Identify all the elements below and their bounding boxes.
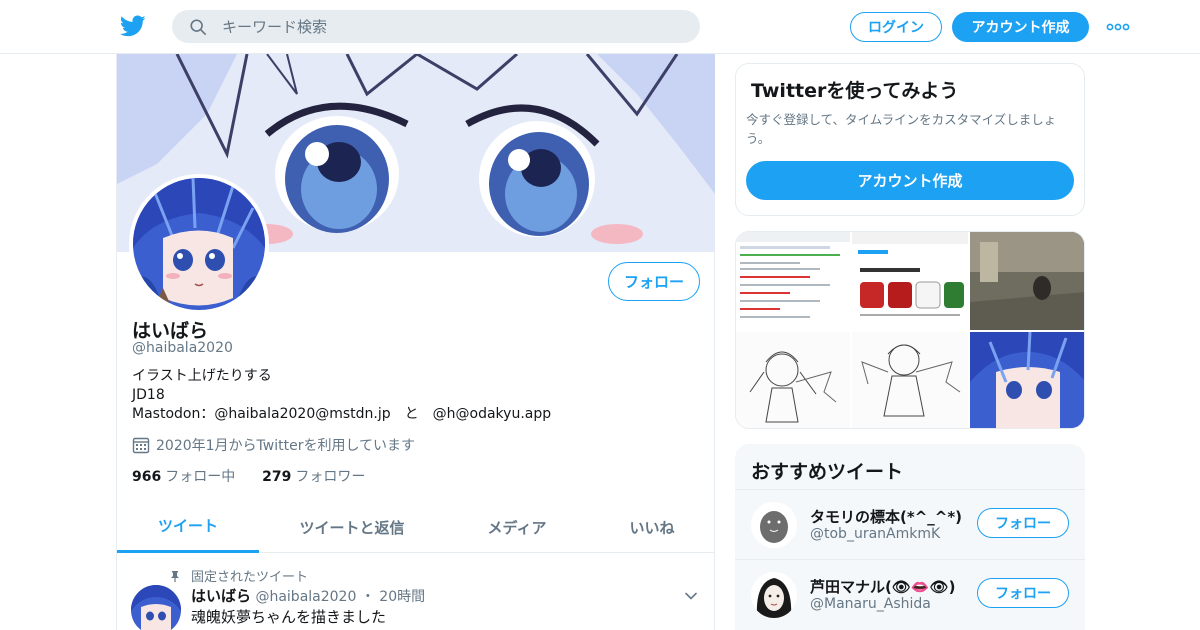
join-date: 2020年1月からTwitterを利用しています (132, 435, 415, 455)
search-input[interactable] (222, 10, 682, 43)
profile-stats: 966 フォロー中 279 フォロワー (132, 466, 365, 486)
following-count: 966 (132, 469, 162, 485)
media-thumbnail[interactable] (970, 332, 1084, 428)
tweet-avatar[interactable] (131, 585, 181, 630)
media-image (852, 232, 968, 316)
recommended-avatar[interactable] (751, 502, 797, 548)
pinned-label: 固定されたツイート (191, 570, 309, 585)
media-thumbnail[interactable] (852, 332, 968, 428)
tweet-avatar-illustration (131, 585, 181, 630)
search-icon (190, 19, 207, 36)
tab-tweets[interactable]: ツイート (117, 501, 259, 553)
avatar-illustration (133, 178, 265, 310)
media-image (861, 344, 961, 417)
signup-prompt-text: 今すぐ登録して、タイムラインをカスタマイズしましょう。 (746, 112, 1057, 146)
recommended-name[interactable]: 芦田マナル(👁👄👁) (810, 576, 955, 597)
signup-prompt-title: Twitterを使ってみよう (751, 80, 959, 102)
tweet-text: 魂魄妖夢ちゃんを描きました (191, 608, 387, 626)
recommended-account[interactable]: タモリの標本(*^_^*) @tob_uranAmkmK フォロー (735, 489, 1085, 558)
profile-name: はいばら (132, 320, 209, 342)
recommended-account[interactable]: 芦田マナル(👁👄👁) @Manaru_Ashida フォロー (735, 559, 1085, 628)
tab-tweets-and-replies[interactable]: ツイートと返信 (277, 501, 427, 553)
twitter-bird-icon[interactable] (120, 13, 146, 39)
join-date-text: 2020年1月からTwitterを利用しています (156, 438, 416, 454)
follow-button[interactable]: フォロー (608, 262, 700, 301)
media-image (749, 351, 837, 423)
following-stat[interactable]: 966 フォロー中 (132, 469, 235, 485)
followers-stat[interactable]: 279 フォロワー (262, 469, 365, 485)
tab-likes[interactable]: いいね (607, 501, 697, 553)
tweet-separator: ・ (360, 589, 375, 605)
tab-media[interactable]: メディア (467, 501, 567, 553)
recommended-handle[interactable]: @tob_uranAmkmK (810, 526, 940, 542)
profile-handle[interactable]: @haibala2020 (132, 340, 233, 356)
pin-icon (171, 570, 179, 582)
tweet-time[interactable]: 20時間 (379, 589, 425, 605)
tweet-header: はいばら @haibala2020 ・ 20時間 (191, 585, 425, 606)
followers-label: フォロワー (295, 469, 366, 485)
search-box[interactable] (172, 10, 700, 43)
more-options-icon[interactable] (1106, 18, 1130, 36)
recommended-name[interactable]: タモリの標本(*^_^*) (810, 506, 962, 527)
bio-line: Mastodon：@haibala2020@mstdn.jp と @h@odak… (132, 406, 552, 422)
bio-line: イラスト上げたりする (132, 368, 272, 384)
follow-button[interactable]: フォロー (977, 508, 1069, 538)
profile-bio: イラスト上げたりする JD18 Mastodon：@haibala2020@ms… (132, 367, 551, 424)
recommended-handle[interactable]: @Manaru_Ashida (810, 596, 931, 612)
media-image (736, 232, 850, 318)
recommended-title: おすすめツイート (751, 461, 904, 483)
calendar-icon (132, 437, 150, 454)
pinned-indicator: 固定されたツイート (169, 566, 308, 585)
media-thumbnail[interactable] (736, 332, 850, 428)
top-nav-bar: ログイン アカウント作成 (0, 0, 1200, 54)
media-thumbnail[interactable] (852, 232, 968, 330)
followers-count: 279 (262, 469, 292, 485)
profile-column: フォロー はいばら @haibala2020 イラスト上げたりする JD18 M… (116, 54, 715, 630)
following-label: フォロー中 (165, 469, 236, 485)
media-thumbnail[interactable] (970, 232, 1084, 330)
recommended-avatar[interactable] (751, 572, 797, 618)
avatar-illustration (751, 502, 797, 548)
avatar-illustration (751, 572, 797, 618)
login-button[interactable]: ログイン (850, 12, 942, 42)
recommended-tweets-card: おすすめツイート タモリの標本(*^_^*) @tob_uranAmkmK フォ… (735, 444, 1085, 630)
chevron-down-icon[interactable] (683, 588, 699, 604)
pinned-tweet[interactable]: 固定されたツイート はいばら @haibala2020 ・ 20時間 魂魄妖夢ち… (117, 554, 715, 630)
signup-button[interactable]: アカウント作成 (952, 12, 1089, 42)
media-image (970, 332, 1084, 428)
signup-button-large[interactable]: アカウント作成 (746, 161, 1074, 200)
signup-prompt-card: Twitterを使ってみよう 今すぐ登録して、タイムラインをカスタマイズしましょ… (735, 63, 1085, 216)
tweet-author-name[interactable]: はいばら (191, 587, 251, 605)
media-thumbnail[interactable] (736, 232, 850, 330)
bio-line: JD18 (132, 387, 165, 403)
follow-button[interactable]: フォロー (977, 578, 1069, 608)
media-image (970, 232, 1084, 330)
profile-tabs: ツイート ツイートと返信 メディア いいね (117, 501, 715, 553)
tweet-author-handle[interactable]: @haibala2020 (255, 589, 356, 605)
profile-avatar[interactable] (129, 174, 269, 314)
media-grid (735, 231, 1085, 429)
